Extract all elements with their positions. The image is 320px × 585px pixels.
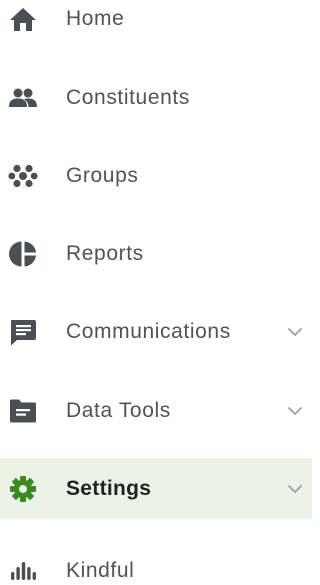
chevron-down-icon[interactable] — [287, 327, 303, 337]
home-icon — [8, 4, 38, 34]
sidebar-item-settings[interactable]: Settings — [0, 458, 312, 519]
sidebar-item-label: Groups — [66, 164, 139, 187]
sidebar-nav: Home Constituents Groups Reports Communi… — [0, 0, 312, 585]
pie-chart-icon — [8, 239, 38, 269]
sidebar-item-label: Data Tools — [66, 399, 171, 422]
sidebar-item-label: Home — [66, 7, 125, 30]
sidebar-item-label: Kindful — [66, 559, 135, 582]
sidebar-item-reports[interactable]: Reports — [0, 228, 312, 280]
sidebar-item-communications[interactable]: Communications — [0, 306, 312, 358]
sidebar-item-data-tools[interactable]: Data Tools — [0, 385, 312, 437]
chevron-down-icon[interactable] — [287, 484, 303, 494]
sidebar-item-groups[interactable]: Groups — [0, 150, 312, 202]
folder-icon — [8, 396, 38, 426]
sidebar-item-home[interactable]: Home — [0, 0, 312, 45]
chevron-down-icon[interactable] — [287, 406, 303, 416]
sidebar-item-label: Reports — [66, 242, 144, 265]
sidebar-item-label: Communications — [66, 320, 231, 343]
sidebar-item-label: Settings — [66, 476, 152, 500]
kindful-icon — [8, 556, 38, 585]
chat-icon — [8, 317, 38, 347]
sidebar-item-label: Constituents — [66, 86, 190, 109]
gear-icon — [8, 474, 38, 504]
sidebar-item-constituents[interactable]: Constituents — [0, 72, 312, 124]
people-icon — [8, 83, 38, 113]
sidebar-item-kindful[interactable]: Kindful — [0, 545, 312, 585]
groups-icon — [8, 161, 38, 191]
